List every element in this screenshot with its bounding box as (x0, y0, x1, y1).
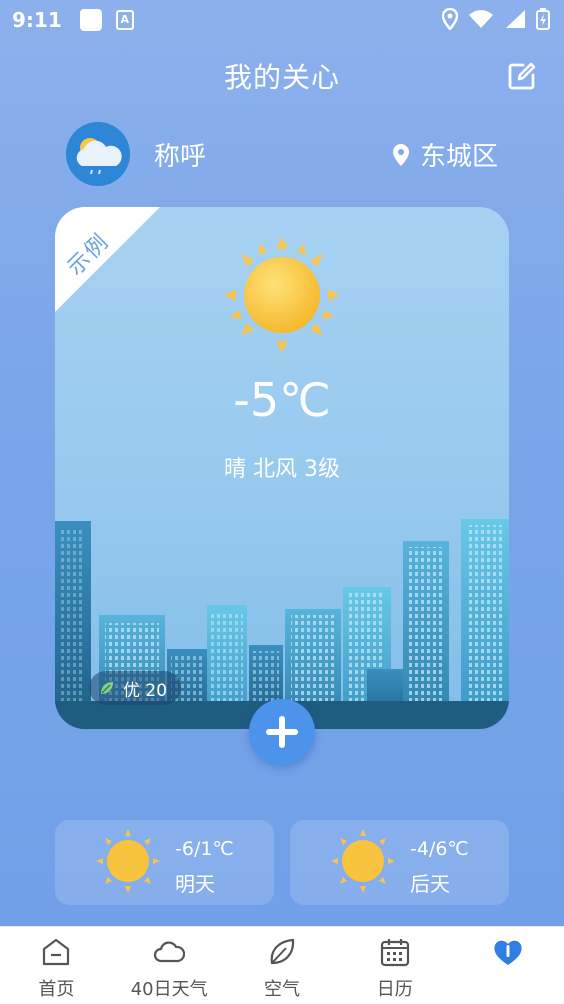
home-icon (43, 938, 70, 966)
sun-icon (224, 237, 340, 353)
nickname[interactable]: 称呼 (154, 136, 206, 173)
nav-40day[interactable]: 40日天气 (113, 927, 226, 1004)
battery-icon (536, 8, 550, 30)
page-title: 我的关心 (223, 61, 340, 94)
bottom-nav: 首页 40日天气 空气 日历 (0, 926, 564, 1004)
status-icons (442, 8, 550, 30)
status-bar: 9:11 A (0, 0, 564, 40)
nav-calendar[interactable]: 日历 (338, 927, 451, 1004)
profile-row[interactable]: 称呼 东城区 (66, 122, 506, 186)
status-time: 9:11 (12, 8, 62, 32)
notification-icon (79, 9, 102, 31)
weather-card[interactable]: 示例 -5℃ 晴 北风 3级 优 20 (55, 207, 509, 729)
leaf-icon (101, 682, 113, 694)
calendar-icon (380, 939, 409, 967)
location-pin-icon (392, 143, 409, 166)
leaf-icon (270, 938, 295, 965)
cloud-rain-icon (66, 122, 130, 186)
forecast-card-day-after[interactable]: -4/6℃ 后天 (290, 820, 509, 905)
nav-label: 空气 (263, 979, 300, 1000)
nav-care[interactable] (451, 927, 564, 1004)
nav-air[interactable]: 空气 (226, 927, 339, 1004)
plus-icon (266, 716, 298, 748)
aqi-value: 优 20 (123, 680, 168, 701)
forecast-day: 明天 (175, 872, 215, 896)
forecast-range: -4/6℃ (410, 838, 469, 860)
nav-home[interactable]: 首页 (0, 927, 113, 1004)
cloud-icon (154, 941, 186, 963)
edit-icon[interactable] (506, 60, 538, 92)
weather-condition: 晴 北风 3级 (224, 457, 340, 482)
location[interactable]: 东城区 (392, 136, 498, 173)
signal-icon (506, 10, 525, 28)
location-label: 东城区 (419, 142, 498, 172)
nav-label: 首页 (38, 979, 75, 1000)
wifi-icon (469, 10, 493, 28)
care-icon (494, 940, 522, 965)
nav-label: 日历 (376, 979, 413, 1000)
forecast-range: -6/1℃ (175, 838, 234, 860)
location-status-icon (442, 8, 458, 30)
add-city-button[interactable] (249, 699, 315, 765)
current-temperature: -5℃ (233, 373, 331, 427)
header: 我的关心 (0, 48, 564, 104)
sun-icon (96, 829, 160, 893)
keyboard-badge: A (115, 10, 134, 30)
nav-label: 40日天气 (130, 979, 208, 1000)
avatar[interactable] (66, 122, 130, 186)
forecast-card-tomorrow[interactable]: -6/1℃ 明天 (55, 820, 274, 905)
aqi-badge: 优 20 (89, 671, 182, 705)
sun-icon (331, 829, 395, 893)
forecast-day: 后天 (410, 872, 450, 896)
